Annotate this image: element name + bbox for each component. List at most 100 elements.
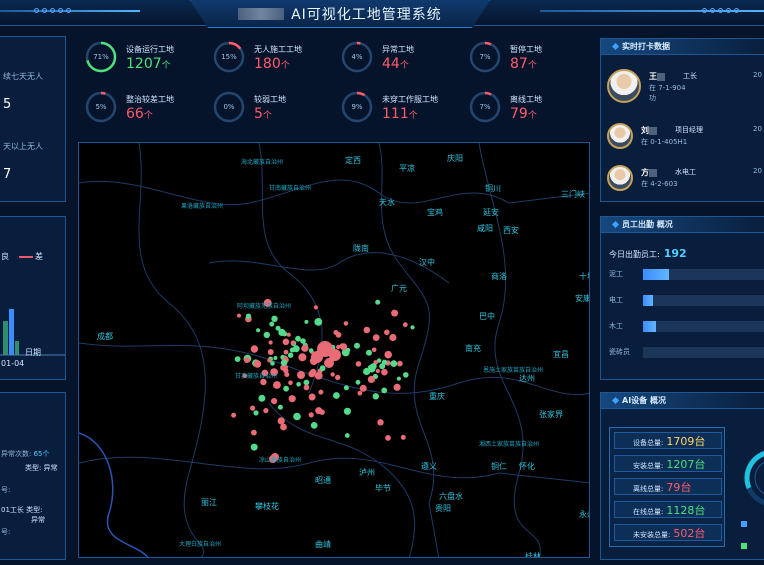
site-marker[interactable] bbox=[288, 395, 296, 403]
site-marker[interactable] bbox=[344, 433, 350, 438]
site-marker[interactable] bbox=[268, 340, 273, 345]
site-marker[interactable] bbox=[315, 407, 323, 415]
site-marker[interactable] bbox=[256, 328, 261, 333]
site-marker[interactable] bbox=[313, 305, 318, 310]
site-marker[interactable] bbox=[381, 387, 388, 394]
site-marker[interactable] bbox=[244, 357, 250, 363]
site-marker[interactable] bbox=[277, 404, 283, 410]
site-marker[interactable] bbox=[410, 325, 415, 330]
site-marker[interactable] bbox=[396, 376, 401, 381]
site-marker[interactable] bbox=[372, 393, 379, 400]
site-marker[interactable] bbox=[308, 370, 316, 378]
site-marker[interactable] bbox=[231, 412, 237, 418]
site-marker[interactable] bbox=[253, 360, 262, 368]
site-marker[interactable] bbox=[367, 375, 375, 383]
site-marker[interactable] bbox=[267, 349, 274, 355]
site-marker[interactable] bbox=[298, 353, 307, 362]
site-marker[interactable] bbox=[290, 340, 296, 345]
site-marker[interactable] bbox=[283, 349, 289, 355]
site-marker[interactable] bbox=[397, 360, 403, 367]
site-marker[interactable] bbox=[273, 382, 279, 389]
site-marker[interactable] bbox=[284, 372, 290, 377]
site-marker[interactable] bbox=[301, 344, 309, 352]
site-marker[interactable] bbox=[271, 315, 278, 322]
site-marker[interactable] bbox=[310, 422, 318, 429]
site-marker[interactable] bbox=[308, 412, 314, 418]
site-marker[interactable] bbox=[343, 321, 349, 326]
site-marker[interactable] bbox=[357, 390, 363, 396]
site-marker[interactable] bbox=[303, 384, 310, 391]
site-marker[interactable] bbox=[292, 345, 300, 353]
site-marker[interactable] bbox=[280, 423, 287, 431]
site-marker[interactable] bbox=[381, 368, 388, 376]
site-marker[interactable] bbox=[296, 382, 301, 387]
site-marker[interactable] bbox=[354, 342, 360, 349]
site-marker[interactable] bbox=[345, 347, 351, 353]
site-map[interactable]: 海北藏族自治州 定西 平凉 庆阳 甘南藏族自治州 天水 宝鸡 铜川 延安 三门峡 果洛藏族自治州 咸阳… bbox=[78, 142, 590, 558]
site-marker[interactable] bbox=[319, 365, 326, 372]
site-marker[interactable] bbox=[375, 368, 380, 374]
site-marker[interactable] bbox=[402, 322, 408, 328]
site-marker[interactable] bbox=[389, 333, 397, 342]
site-marker[interactable] bbox=[304, 319, 309, 324]
site-marker[interactable] bbox=[295, 335, 301, 342]
site-marker[interactable] bbox=[343, 407, 351, 415]
site-marker[interactable] bbox=[263, 331, 270, 339]
site-marker[interactable] bbox=[384, 350, 393, 359]
site-marker[interactable] bbox=[269, 321, 275, 327]
site-marker[interactable] bbox=[385, 435, 391, 441]
site-marker[interactable] bbox=[363, 367, 371, 376]
site-marker[interactable] bbox=[250, 405, 256, 411]
site-marker[interactable] bbox=[371, 347, 377, 353]
site-marker[interactable] bbox=[333, 392, 340, 399]
site-marker[interactable] bbox=[318, 389, 324, 395]
site-marker[interactable] bbox=[308, 348, 314, 353]
site-marker[interactable] bbox=[270, 361, 275, 366]
site-marker[interactable] bbox=[283, 365, 288, 370]
site-marker[interactable] bbox=[308, 393, 316, 401]
site-marker[interactable] bbox=[286, 332, 291, 337]
site-marker[interactable] bbox=[400, 434, 406, 440]
site-marker[interactable] bbox=[282, 338, 290, 346]
site-marker[interactable] bbox=[377, 419, 384, 426]
site-marker[interactable] bbox=[336, 344, 341, 350]
site-marker[interactable] bbox=[251, 429, 257, 436]
site-marker[interactable] bbox=[287, 352, 294, 358]
site-marker[interactable] bbox=[293, 412, 301, 421]
site-marker[interactable] bbox=[335, 331, 342, 338]
site-marker[interactable] bbox=[250, 443, 258, 451]
site-marker[interactable] bbox=[273, 356, 278, 360]
site-marker[interactable] bbox=[278, 328, 286, 336]
site-marker[interactable] bbox=[355, 361, 362, 367]
site-marker[interactable] bbox=[245, 313, 252, 319]
site-marker[interactable] bbox=[390, 360, 398, 367]
site-marker[interactable] bbox=[384, 329, 390, 336]
site-cluster[interactable] bbox=[311, 351, 323, 363]
site-marker[interactable] bbox=[359, 384, 367, 392]
site-marker[interactable] bbox=[330, 372, 335, 377]
site-marker[interactable] bbox=[375, 299, 381, 305]
site-marker[interactable] bbox=[253, 410, 259, 416]
site-marker[interactable] bbox=[343, 385, 349, 391]
site-marker[interactable] bbox=[234, 356, 241, 362]
site-marker[interactable] bbox=[237, 313, 241, 318]
site-marker[interactable] bbox=[280, 359, 288, 366]
site-marker[interactable] bbox=[393, 383, 401, 391]
site-marker[interactable] bbox=[250, 345, 259, 353]
site-marker[interactable] bbox=[314, 318, 323, 326]
site-marker[interactable] bbox=[391, 309, 399, 317]
site-marker[interactable] bbox=[363, 326, 371, 334]
site-marker[interactable] bbox=[263, 408, 269, 414]
site-cluster[interactable] bbox=[324, 358, 334, 368]
site-marker[interactable] bbox=[355, 379, 361, 385]
site-marker[interactable] bbox=[366, 349, 372, 356]
site-cluster[interactable] bbox=[297, 371, 305, 379]
site-marker[interactable] bbox=[335, 374, 341, 381]
site-marker[interactable] bbox=[277, 417, 285, 425]
site-marker[interactable] bbox=[288, 380, 293, 386]
site-marker[interactable] bbox=[381, 359, 388, 365]
site-marker[interactable] bbox=[258, 394, 266, 402]
site-marker[interactable] bbox=[283, 385, 289, 392]
site-marker[interactable] bbox=[271, 398, 278, 405]
site-marker[interactable] bbox=[370, 363, 377, 370]
